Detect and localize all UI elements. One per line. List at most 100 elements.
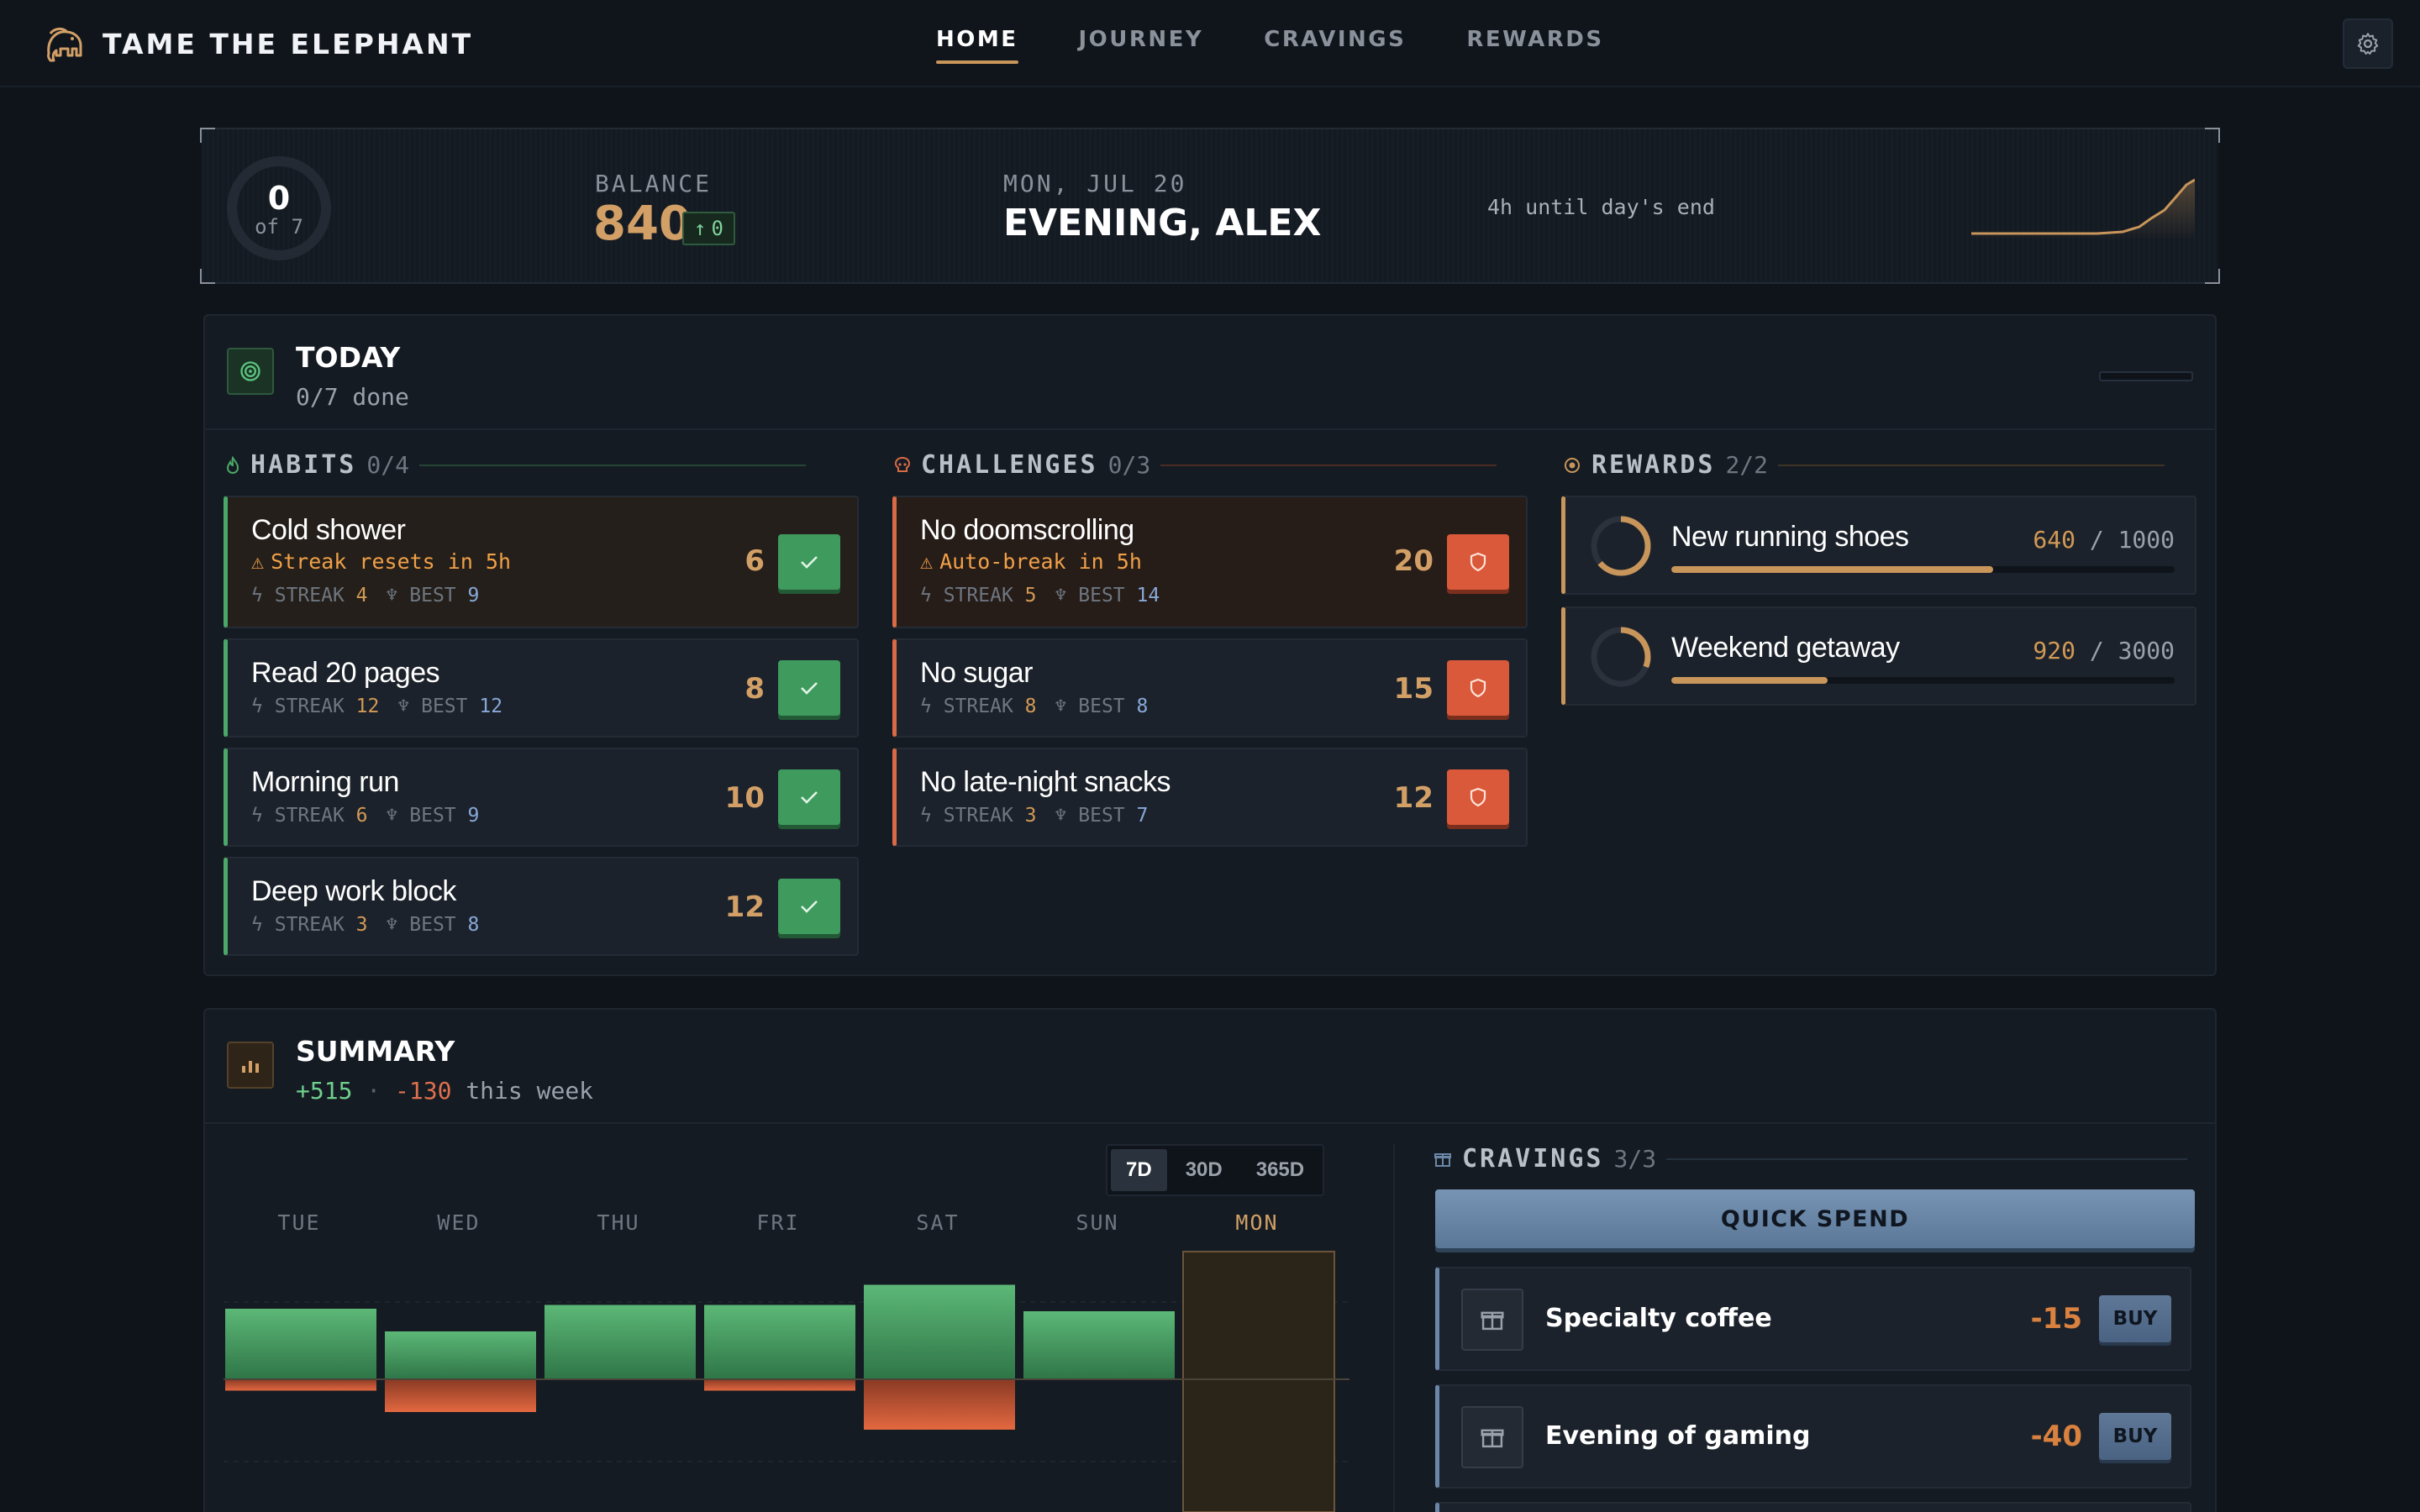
gift-icon (1461, 1289, 1523, 1351)
skull-icon (894, 456, 911, 472)
craving-card-coffee[interactable]: Specialty coffee -15 BUY (1435, 1267, 2191, 1371)
summary-subtitle: +515 · -130 this week (296, 1077, 593, 1105)
corner-mark (200, 128, 215, 143)
tab-journey[interactable]: JOURNEY (1079, 27, 1204, 64)
reward-amount: 640 / 1000 (2033, 526, 2175, 554)
reward-sep: / (2075, 637, 2118, 664)
reward-target: 3000 (2118, 637, 2175, 664)
craving-name: Evening of gaming (1545, 1421, 1811, 1451)
streak-stat: ϟ STREAK 12 (251, 696, 379, 717)
flame-icon (226, 455, 239, 474)
reward-name: Weekend getaway (1671, 632, 1900, 664)
streak-label: STREAK (274, 585, 345, 606)
habit-warning: ⚠ Streak resets in 5h (251, 549, 511, 574)
streak-value: 8 (1024, 696, 1037, 717)
streak-stat: ϟ STREAK 6 (251, 805, 368, 827)
range-30d-button[interactable]: 30D (1171, 1149, 1238, 1191)
break-challenge-button[interactable] (1447, 534, 1509, 590)
x-tick-label: WED (437, 1210, 480, 1235)
today-progress-bar (2099, 371, 2193, 381)
best-label: BEST (409, 914, 456, 936)
reward-card-shoes[interactable]: New running shoes 640 / 1000 (1561, 496, 2196, 595)
x-tick-label: THU (597, 1210, 639, 1235)
divider (1160, 464, 1497, 466)
today-title: TODAY (296, 341, 401, 374)
best-value: 8 (467, 914, 480, 936)
best-label: BEST (1078, 585, 1125, 606)
best-value: 14 (1136, 585, 1160, 606)
divider (418, 464, 806, 466)
challenge-warning-text: Auto-break in 5h (939, 549, 1142, 574)
challenge-name: No sugar (920, 657, 1033, 689)
bolt-icon: ϟ (251, 696, 263, 717)
best-stat: ♆ BEST 8 (1055, 696, 1149, 717)
tab-cravings[interactable]: CRAVINGS (1264, 27, 1406, 64)
brand[interactable]: TAME THE ELEPHANT (42, 22, 473, 66)
complete-habit-button[interactable] (778, 534, 840, 590)
reward-target: 1000 (2118, 526, 2175, 554)
best-stat: ♆ BEST 12 (397, 696, 502, 717)
buy-button[interactable]: BUY (2099, 1295, 2171, 1342)
complete-habit-button[interactable] (778, 660, 840, 716)
reward-progress-bar (1671, 566, 2175, 573)
best-label: BEST (1078, 805, 1125, 827)
streak-value: 12 (355, 696, 380, 717)
craving-cost: -40 (2030, 1420, 2082, 1453)
habits-label: HABITS (250, 450, 357, 480)
column-divider (1393, 1144, 1395, 1512)
weekly-points-chart: TUE WED THU FRI SAT SUN MON (224, 1210, 1349, 1512)
reward-current: 640 (2033, 526, 2075, 554)
tab-rewards[interactable]: REWARDS (1466, 27, 1603, 64)
best-label: BEST (1078, 696, 1125, 717)
bolt-icon: ϟ (920, 805, 932, 827)
check-icon (801, 791, 818, 804)
week-loss: -130 (395, 1077, 452, 1105)
complete-habit-button[interactable] (778, 879, 840, 934)
challenge-card-snacks[interactable]: No late-night snacks ϟ STREAK 3 ♆ BEST 7… (892, 748, 1528, 847)
habit-points: 8 (744, 672, 765, 706)
reward-progress-fill (1671, 677, 1828, 684)
settings-button[interactable] (2343, 18, 2393, 69)
challenge-card-sugar[interactable]: No sugar ϟ STREAK 8 ♆ BEST 8 15 (892, 638, 1528, 738)
challenge-card-doomscrolling[interactable]: No doomscrolling ⚠ Auto-break in 5h ϟ ST… (892, 496, 1528, 628)
app-title: TAME THE ELEPHANT (103, 27, 474, 60)
bolt-icon: ϟ (920, 696, 932, 717)
reward-current: 920 (2033, 637, 2075, 664)
check-icon (801, 900, 818, 913)
habit-card-deep-work[interactable]: Deep work block ϟ STREAK 3 ♆ BEST 8 12 (224, 857, 859, 956)
trophy-icon: ♆ (1055, 805, 1067, 827)
today-subtitle: 0/7 done (296, 383, 409, 411)
range-365d-button[interactable]: 365D (1241, 1149, 1319, 1191)
best-stat: ♆ BEST 8 (387, 914, 480, 936)
break-challenge-button[interactable] (1447, 660, 1509, 716)
best-stat: ♆ BEST 9 (387, 805, 480, 827)
reward-progress-bar (1671, 677, 2175, 684)
challenge-points: 20 (1393, 544, 1434, 578)
gift-icon (1434, 1152, 1451, 1167)
complete-habit-button[interactable] (778, 769, 840, 825)
habit-name: Read 20 pages (251, 657, 440, 689)
corner-mark (2205, 128, 2220, 143)
shield-icon (1470, 787, 1486, 807)
break-challenge-button[interactable] (1447, 769, 1509, 825)
streak-label: STREAK (943, 585, 1013, 606)
elephant-logo-icon (46, 27, 82, 62)
buy-button[interactable]: BUY (2099, 1413, 2171, 1460)
habit-card-cold-shower[interactable]: Cold shower ⚠ Streak resets in 5h ϟ STRE… (224, 496, 859, 628)
habit-card-run[interactable]: Morning run ϟ STREAK 6 ♆ BEST 9 10 (224, 748, 859, 847)
tab-home[interactable]: HOME (936, 27, 1018, 64)
challenge-points: 15 (1393, 672, 1434, 706)
warning-icon: ⚠ (920, 549, 934, 574)
check-icon (801, 556, 818, 569)
streak-label: STREAK (274, 914, 345, 936)
habit-card-read[interactable]: Read 20 pages ϟ STREAK 12 ♆ BEST 12 8 (224, 638, 859, 738)
craving-card-gaming[interactable]: Evening of gaming -40 BUY (1435, 1384, 2191, 1488)
range-7d-button[interactable]: 7D (1111, 1149, 1167, 1191)
quick-spend-button[interactable]: QUICK SPEND (1435, 1189, 2195, 1248)
craving-card-partial[interactable] (1435, 1502, 2191, 1512)
reward-card-getaway[interactable]: Weekend getaway 920 / 3000 (1561, 606, 2196, 706)
habit-warning-text: Streak resets in 5h (271, 549, 512, 574)
x-tick-label: MON (1235, 1210, 1278, 1235)
challenge-name: No doomscrolling (920, 514, 1134, 546)
challenge-name: No late-night snacks (920, 766, 1171, 798)
